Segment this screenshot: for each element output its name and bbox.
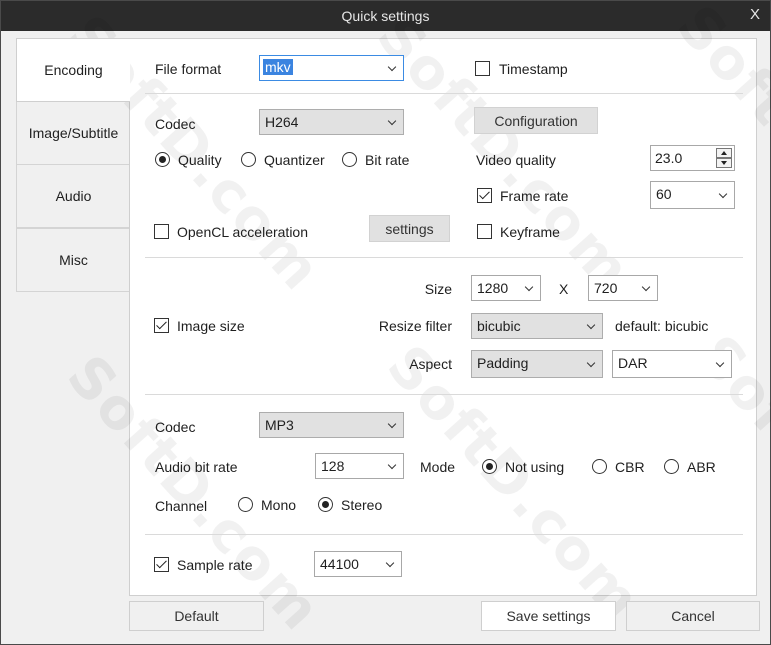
resize-filter-default: default: bicubic (615, 318, 709, 334)
spin-up-icon[interactable] (716, 148, 732, 158)
file-format-select[interactable]: mkv (259, 55, 404, 81)
frame-rate-label: Frame rate (500, 188, 569, 204)
aspect-mode-value: DAR (618, 355, 648, 371)
tab-encoding[interactable]: Encoding (16, 38, 130, 102)
section-divider (145, 534, 743, 535)
radio-stereo[interactable] (318, 497, 333, 512)
video-quality-label: Video quality (476, 152, 556, 168)
sample-rate-checkbox[interactable] (154, 557, 169, 572)
radio-not-using-label: Not using (505, 459, 565, 475)
radio-bit-rate[interactable] (342, 152, 357, 167)
radio-mono-label: Mono (261, 497, 297, 513)
video-quality-value: 23.0 (655, 150, 683, 166)
file-format-value: mkv (263, 59, 293, 75)
height-value: 720 (594, 280, 618, 296)
chevron-down-icon (387, 62, 397, 72)
opencl-checkbox[interactable] (154, 224, 169, 239)
timestamp-label: Timestamp (499, 61, 568, 77)
chevron-down-icon (586, 358, 596, 368)
chevron-down-icon (524, 282, 534, 292)
chevron-down-icon (385, 558, 395, 568)
chevron-down-icon (715, 358, 725, 368)
radio-quantizer[interactable] (241, 152, 256, 167)
sample-rate-select[interactable]: 44100 (314, 551, 402, 577)
encoding-panel (129, 38, 757, 596)
radio-quality-label: Quality (178, 152, 222, 168)
image-size-label: Image size (177, 318, 245, 334)
radio-cbr[interactable] (592, 459, 607, 474)
width-select[interactable]: 1280 (471, 275, 541, 301)
frame-rate-select[interactable]: 60 (650, 181, 735, 209)
audio-bitrate-select[interactable]: 128 (315, 453, 404, 479)
audio-codec-value: MP3 (265, 417, 294, 433)
tab-misc[interactable]: Misc (16, 228, 130, 292)
sample-rate-value: 44100 (320, 556, 359, 572)
video-codec-label: Codec (155, 116, 196, 132)
audio-bitrate-value: 128 (321, 458, 345, 474)
size-x-label: X (559, 281, 569, 297)
keyframe-label: Keyframe (500, 224, 560, 240)
section-divider (145, 257, 743, 258)
video-codec-value: H264 (265, 114, 299, 130)
tab-audio[interactable]: Audio (16, 164, 130, 228)
chevron-down-icon (718, 189, 728, 199)
file-format-label: File format (155, 61, 222, 77)
frame-rate-checkbox[interactable] (477, 188, 492, 203)
configuration-button[interactable]: Configuration (474, 107, 598, 134)
resize-filter-select[interactable]: bicubic (471, 313, 603, 339)
section-divider (145, 394, 743, 395)
audio-codec-label: Codec (155, 419, 196, 435)
video-quality-spinner[interactable]: 23.0 (650, 145, 735, 171)
height-select[interactable]: 720 (588, 275, 658, 301)
radio-abr-label: ABR (687, 459, 716, 475)
opencl-settings-button[interactable]: settings (369, 215, 450, 242)
audio-codec-select[interactable]: MP3 (259, 412, 404, 438)
radio-cbr-label: CBR (615, 459, 645, 475)
keyframe-checkbox[interactable] (477, 224, 492, 239)
spin-down-icon[interactable] (716, 158, 732, 168)
chevron-down-icon (641, 282, 651, 292)
width-value: 1280 (477, 280, 509, 296)
size-label: Size (424, 281, 452, 297)
window-title: Quick settings (341, 8, 430, 24)
aspect-select[interactable]: Padding (471, 350, 603, 378)
channel-label: Channel (155, 498, 208, 514)
tab-image-subtitle[interactable]: Image/Subtitle (16, 101, 130, 165)
resize-filter-label: Resize filter (378, 318, 452, 334)
radio-stereo-label: Stereo (341, 497, 383, 513)
audio-mode-label: Mode (420, 459, 456, 475)
save-settings-button[interactable]: Save settings (481, 601, 616, 631)
close-button[interactable]: X (750, 6, 760, 23)
section-divider (145, 93, 743, 94)
chevron-down-icon (586, 320, 596, 330)
aspect-label: Aspect (409, 356, 452, 372)
aspect-value: Padding (477, 355, 529, 371)
frame-rate-value: 60 (656, 186, 672, 202)
cancel-button[interactable]: Cancel (626, 601, 760, 631)
chevron-down-icon (387, 460, 397, 470)
sample-rate-label: Sample rate (177, 557, 253, 573)
radio-quantizer-label: Quantizer (264, 152, 325, 168)
video-codec-select[interactable]: H264 (259, 109, 404, 135)
chevron-down-icon (387, 116, 397, 126)
quick-settings-window: Quick settings X Encoding Image/Subtitle… (0, 0, 771, 645)
aspect-mode-select[interactable]: DAR (612, 350, 732, 378)
radio-abr[interactable] (664, 459, 679, 474)
title-bar[interactable]: Quick settings X (1, 1, 770, 31)
audio-bitrate-label: Audio bit rate (155, 459, 238, 475)
resize-filter-value: bicubic (477, 318, 521, 334)
image-size-checkbox[interactable] (154, 318, 169, 333)
radio-not-using[interactable] (482, 459, 497, 474)
radio-bit-rate-label: Bit rate (365, 152, 410, 168)
radio-mono[interactable] (238, 497, 253, 512)
radio-quality[interactable] (155, 152, 170, 167)
opencl-label: OpenCL acceleration (177, 224, 309, 240)
timestamp-checkbox[interactable] (475, 61, 490, 76)
default-button[interactable]: Default (129, 601, 264, 631)
chevron-down-icon (387, 419, 397, 429)
